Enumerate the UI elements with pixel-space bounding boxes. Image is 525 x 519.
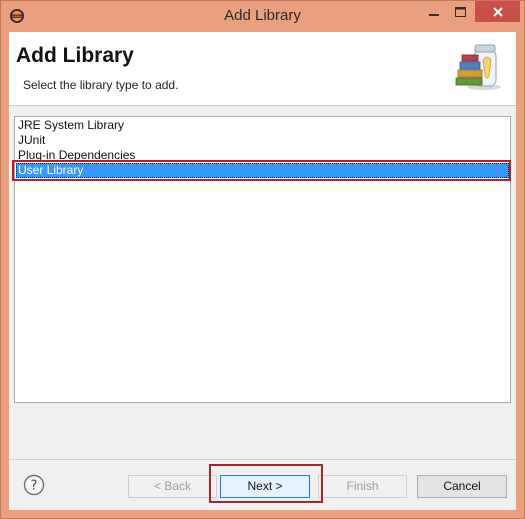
- finish-button[interactable]: Finish: [318, 475, 407, 498]
- svg-text:?: ?: [31, 479, 38, 494]
- list-item-junit[interactable]: JUnit: [16, 133, 509, 148]
- highlight-box-next: [209, 464, 323, 503]
- page-title: Add Library: [16, 44, 134, 67]
- minimize-button[interactable]: [421, 1, 447, 23]
- button-bar-separator: [9, 459, 516, 460]
- close-button[interactable]: [475, 1, 520, 22]
- dialog-client-area: Add Library Select the library type to a…: [9, 32, 516, 510]
- highlight-box-user-library: [12, 160, 511, 181]
- list-item-jre-system-library[interactable]: JRE System Library: [16, 118, 509, 133]
- maximize-button[interactable]: [447, 1, 473, 23]
- page-description: Select the library type to add.: [23, 78, 179, 92]
- maximize-icon: [454, 7, 466, 17]
- title-bar[interactable]: Add Library: [1, 1, 524, 31]
- cancel-button[interactable]: Cancel: [417, 475, 507, 498]
- add-library-dialog: Add Library Add Library Select the libra…: [0, 0, 525, 519]
- library-jar-icon: [455, 44, 501, 90]
- close-icon: [492, 6, 503, 17]
- minimize-icon: [429, 14, 439, 16]
- back-button[interactable]: < Back: [128, 475, 217, 498]
- help-icon[interactable]: ?: [23, 474, 45, 496]
- dialog-header: Add Library Select the library type to a…: [9, 32, 516, 106]
